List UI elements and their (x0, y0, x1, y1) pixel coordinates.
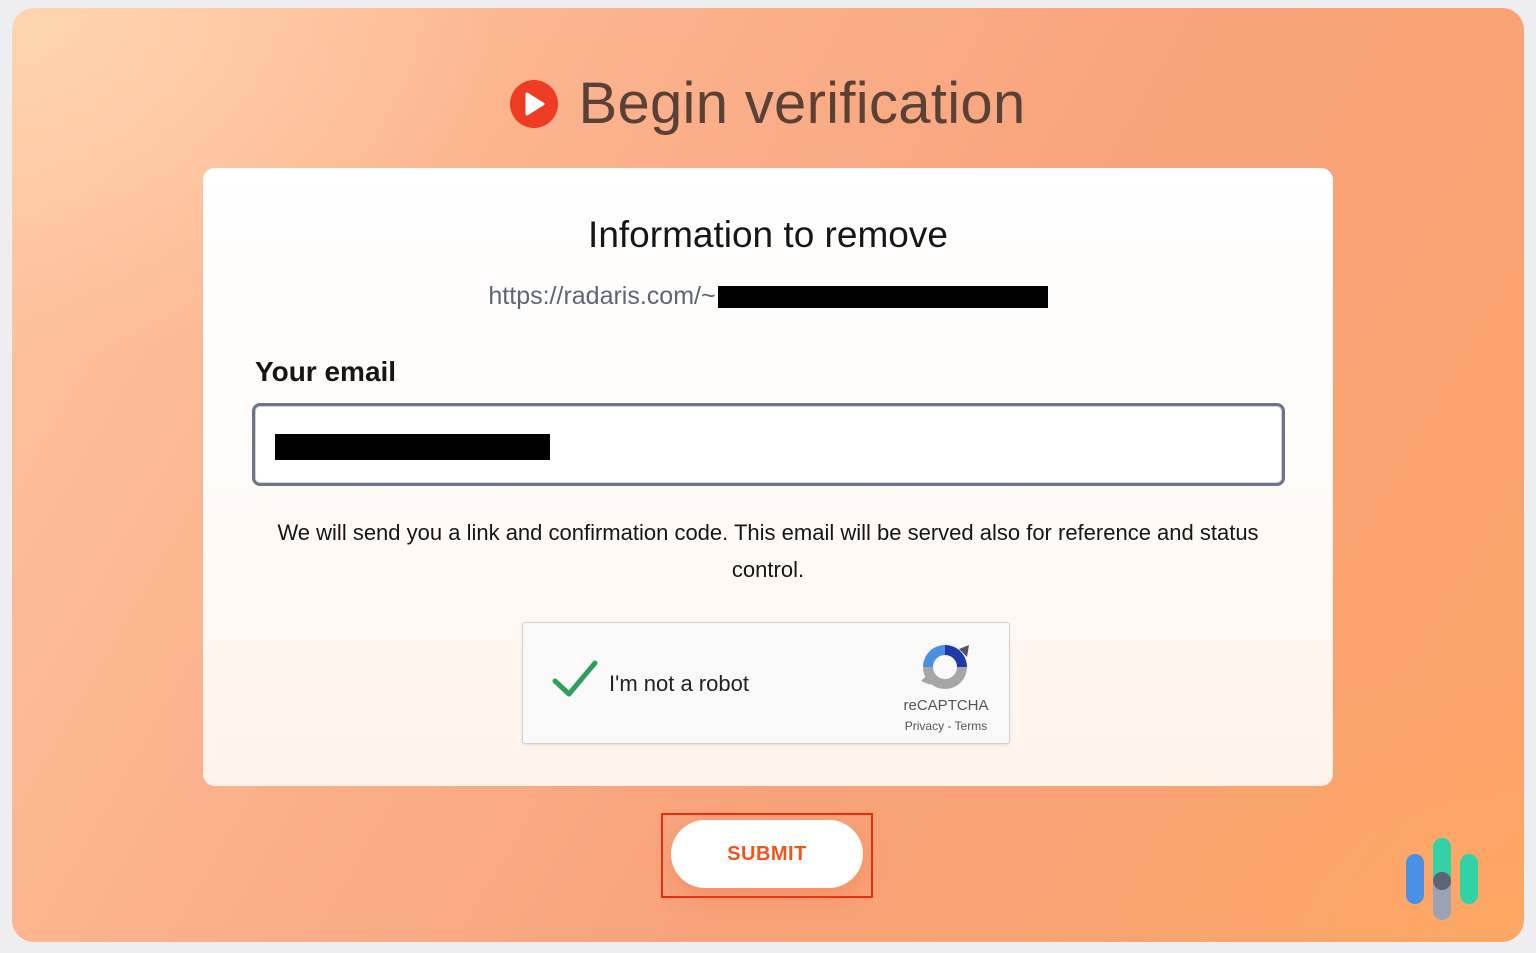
redacted-email-block (275, 434, 550, 460)
page-background: Begin verification Information to remove… (12, 8, 1524, 942)
email-helper-text: We will send you a link and confirmation… (277, 520, 1259, 582)
removal-url: https://radaris.com/~ (203, 282, 1333, 311)
recaptcha-widget[interactable]: I'm not a robot reCAPTCHA Privacy - Term… (522, 622, 1010, 744)
recaptcha-privacy-terms[interactable]: Privacy - Terms (873, 719, 1019, 733)
email-label: Your email (255, 356, 397, 387)
recaptcha-label: I'm not a robot (609, 671, 749, 696)
brand-logo-icon (1402, 834, 1482, 924)
page-header: Begin verification (12, 70, 1524, 137)
recaptcha-logo-icon (919, 641, 971, 693)
submit-button[interactable]: SUBMIT (671, 820, 863, 888)
removal-url-text: https://radaris.com/~ (488, 282, 716, 310)
checkmark-icon[interactable] (551, 659, 599, 699)
play-circle-icon (510, 79, 559, 128)
redacted-url-block (717, 285, 1048, 308)
recaptcha-brand: reCAPTCHA (903, 697, 989, 714)
verification-card: Information to remove https://radaris.co… (203, 168, 1333, 786)
card-heading: Information to remove (588, 214, 948, 255)
email-field[interactable] (252, 403, 1285, 486)
page-title: Begin verification (578, 71, 1026, 136)
